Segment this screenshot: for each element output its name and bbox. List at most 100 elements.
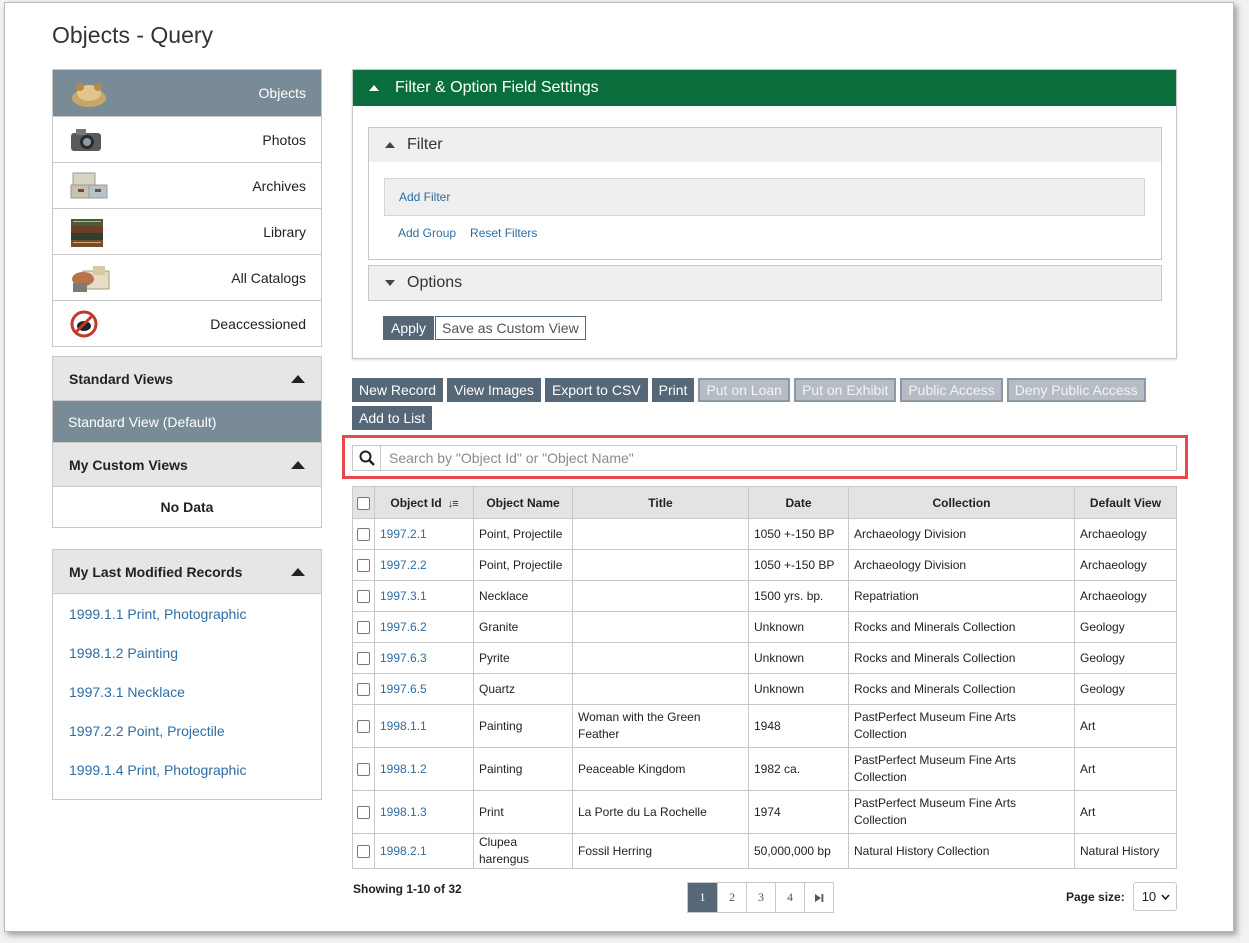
column-header-object-name[interactable]: Object Name	[473, 486, 573, 519]
public-access-button[interactable]: Public Access	[900, 378, 1003, 402]
row-select-cell	[352, 833, 375, 869]
custom-views-header[interactable]: My Custom Views	[53, 443, 321, 487]
collapse-triangle-icon	[369, 85, 379, 91]
column-header-title[interactable]: Title	[572, 486, 749, 519]
search-input[interactable]	[381, 450, 1161, 466]
search-icon[interactable]	[353, 446, 381, 470]
expand-triangle-icon	[385, 280, 395, 286]
print-button[interactable]: Print	[651, 378, 695, 402]
cell-date: 1050 +-150 BP	[748, 549, 849, 581]
page-button-2[interactable]: 2	[717, 883, 746, 912]
table-row[interactable]: 1997.2.2 Point, Projectile 1050 +-150 BP…	[352, 549, 1177, 581]
row-checkbox[interactable]	[357, 620, 370, 634]
export-csv-button[interactable]: Export to CSV	[544, 378, 648, 402]
recent-record-link[interactable]: 1998.1.2 Painting	[69, 641, 305, 680]
cell-object-name: Painting	[473, 704, 573, 748]
filter-section-header[interactable]: Filter	[369, 128, 1161, 162]
object-id-link[interactable]: 1998.1.3	[380, 805, 427, 819]
page-button-1[interactable]: 1	[688, 883, 717, 912]
new-record-button[interactable]: New Record	[352, 378, 444, 402]
object-id-link[interactable]: 1998.1.2	[380, 762, 427, 776]
record-toolbar: New Record View Images Export to CSV Pri…	[352, 378, 1182, 430]
standard-views-header[interactable]: Standard Views	[53, 357, 321, 401]
collapse-caret-icon[interactable]	[291, 567, 305, 576]
select-all-checkbox[interactable]	[357, 496, 370, 510]
sort-descending-icon[interactable]: ↓≡	[448, 498, 459, 510]
row-checkbox[interactable]	[357, 558, 370, 572]
add-group-link[interactable]: Add Group	[398, 226, 456, 240]
nav-item-photos[interactable]: Photos	[53, 116, 321, 162]
table-row[interactable]: 1997.3.1 Necklace 1500 yrs. bp. Repatria…	[352, 580, 1177, 612]
page-button-4[interactable]: 4	[775, 883, 804, 912]
cell-collection: PastPerfect Museum Fine Arts Collection	[848, 747, 1075, 791]
row-checkbox[interactable]	[357, 719, 370, 733]
collapse-caret-icon[interactable]	[291, 374, 305, 383]
table-row[interactable]: 1998.1.1 Painting Woman with the Green F…	[352, 704, 1177, 748]
cell-collection: Repatriation	[848, 580, 1075, 612]
reset-filters-link[interactable]: Reset Filters	[470, 226, 537, 240]
table-row[interactable]: 1998.2.1 Clupea harengus Fossil Herring …	[352, 833, 1177, 869]
cell-date: 1500 yrs. bp.	[748, 580, 849, 612]
deny-public-access-button[interactable]: Deny Public Access	[1006, 378, 1146, 402]
object-id-link[interactable]: 1997.6.2	[380, 620, 427, 634]
column-header-object-id[interactable]: Object Id ↓≡	[374, 486, 474, 519]
table-row[interactable]: 1997.6.3 Pyrite Unknown Rocks and Minera…	[352, 642, 1177, 674]
collapse-caret-icon[interactable]	[291, 460, 305, 469]
recent-record-link[interactable]: 1999.1.1 Print, Photographic	[69, 602, 305, 641]
filter-options-header[interactable]: Filter & Option Field Settings	[353, 70, 1176, 106]
table-row[interactable]: 1997.2.1 Point, Projectile 1050 +-150 BP…	[352, 518, 1177, 550]
object-id-link[interactable]: 1997.2.1	[380, 527, 427, 541]
cell-default-view: Archaeology	[1074, 580, 1177, 612]
standard-view-default[interactable]: Standard View (Default)	[53, 401, 321, 443]
filter-group-links: Add Group Reset Filters	[398, 226, 537, 240]
nav-item-deaccessioned[interactable]: Deaccessioned	[53, 300, 321, 346]
recent-record-link[interactable]: 1997.3.1 Necklace	[69, 680, 305, 719]
column-header-collection[interactable]: Collection	[848, 486, 1075, 519]
apply-button[interactable]: Apply	[383, 316, 435, 340]
camera-thumbnail-icon	[69, 125, 105, 155]
object-id-link[interactable]: 1997.6.5	[380, 682, 427, 696]
page-button-3[interactable]: 3	[746, 883, 775, 912]
object-id-link[interactable]: 1998.1.1	[380, 719, 427, 733]
object-id-link[interactable]: 1997.6.3	[380, 651, 427, 665]
row-select-cell	[352, 747, 375, 791]
table-row[interactable]: 1998.1.3 Print La Porte du La Rochelle 1…	[352, 790, 1177, 834]
table-row[interactable]: 1997.6.5 Quartz Unknown Rocks and Minera…	[352, 673, 1177, 705]
put-on-loan-button[interactable]: Put on Loan	[698, 378, 790, 402]
object-id-link[interactable]: 1997.2.2	[380, 558, 427, 572]
cell-collection: Rocks and Minerals Collection	[848, 611, 1075, 643]
table-row[interactable]: 1998.1.2 Painting Peaceable Kingdom 1982…	[352, 747, 1177, 791]
view-images-button[interactable]: View Images	[447, 378, 541, 402]
cell-date: 1974	[748, 790, 849, 834]
row-checkbox[interactable]	[357, 527, 370, 541]
add-filter-bar: Add Filter	[384, 178, 1145, 216]
recent-records-header[interactable]: My Last Modified Records	[53, 550, 321, 594]
cell-object-id: 1997.6.3	[374, 642, 474, 674]
options-section-header[interactable]: Options	[369, 266, 1161, 300]
object-id-link[interactable]: 1998.2.1	[380, 844, 427, 858]
row-checkbox[interactable]	[357, 651, 370, 665]
row-checkbox[interactable]	[357, 844, 370, 858]
row-checkbox[interactable]	[357, 762, 370, 776]
recent-record-link[interactable]: 1997.2.2 Point, Projectile	[69, 719, 305, 758]
column-header-default-view[interactable]: Default View	[1074, 486, 1177, 519]
object-id-link[interactable]: 1997.3.1	[380, 589, 427, 603]
row-checkbox[interactable]	[357, 682, 370, 696]
last-page-icon[interactable]	[804, 883, 833, 912]
nav-item-library[interactable]: Library	[53, 208, 321, 254]
nav-item-all-catalogs[interactable]: All Catalogs	[53, 254, 321, 300]
add-filter-link[interactable]: Add Filter	[399, 190, 450, 204]
row-checkbox[interactable]	[357, 589, 370, 603]
row-select-cell	[352, 642, 375, 674]
row-checkbox[interactable]	[357, 805, 370, 819]
add-to-list-button[interactable]: Add to List	[352, 406, 433, 430]
recent-record-link[interactable]: 1999.1.4 Print, Photographic	[69, 758, 305, 797]
nav-item-objects[interactable]: Objects	[53, 70, 321, 116]
column-header-date[interactable]: Date	[748, 486, 849, 519]
table-row[interactable]: 1997.6.2 Granite Unknown Rocks and Miner…	[352, 611, 1177, 643]
nav-item-archives[interactable]: Archives	[53, 162, 321, 208]
page-size-select[interactable]: 10	[1132, 882, 1177, 911]
save-custom-view-button[interactable]: Save as Custom View	[435, 316, 586, 340]
put-on-exhibit-button[interactable]: Put on Exhibit	[793, 378, 897, 402]
standard-views-title: Standard Views	[69, 370, 174, 387]
